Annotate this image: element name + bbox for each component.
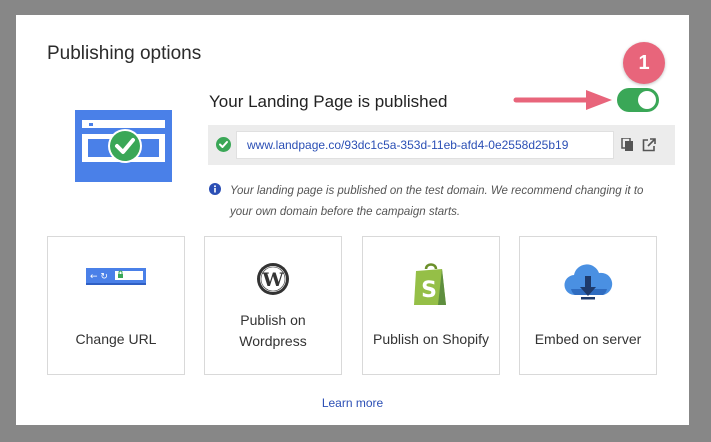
shopify-label: Publish on Shopify (373, 331, 489, 347)
toggle-knob (638, 91, 656, 109)
info-text-line-2: your own domain before the campaign star… (230, 206, 461, 218)
wordpress-label-line-2: Wordpress (239, 333, 307, 349)
arrow-icon (513, 90, 612, 110)
info-text: Your landing page is published on the te… (230, 181, 670, 223)
embed-server-label: Embed on server (534, 331, 642, 347)
url-bar: www.landpage.co/93dc1c5a-353d-11eb-afd4-… (208, 125, 675, 165)
wordpress-icon: W (257, 263, 289, 295)
shopify-icon: S (414, 263, 446, 305)
url-field[interactable]: www.landpage.co/93dc1c5a-353d-11eb-afd4-… (236, 131, 614, 159)
publish-wordpress-card[interactable]: W Publish on Wordpress (204, 236, 342, 375)
step-badge: 1 (623, 42, 665, 84)
embed-server-card[interactable]: Embed on server (519, 236, 657, 375)
info-icon (209, 183, 221, 195)
svg-text:← ↻: ← ↻ (90, 272, 108, 282)
svg-text:S: S (421, 278, 437, 303)
info-text-line-1: Your landing page is published on the te… (230, 185, 644, 197)
dialog-title: Publishing options (47, 43, 202, 64)
check-circle-icon (216, 137, 231, 152)
published-status-text: Your Landing Page is published (209, 92, 448, 111)
cloud-download-icon (564, 264, 613, 300)
publishing-options-dialog: Publishing options Your Landing Page is … (16, 15, 689, 425)
published-page-icon (75, 110, 172, 182)
external-link-icon[interactable] (642, 138, 656, 152)
change-url-card[interactable]: ← ↻ Change URL (47, 236, 185, 375)
change-url-label: Change URL (75, 331, 157, 347)
svg-text:W: W (261, 269, 284, 291)
learn-more-link[interactable]: Learn more (16, 396, 689, 410)
wordpress-label-line-1: Publish on (240, 312, 306, 328)
publish-toggle[interactable] (617, 88, 659, 112)
browser-url-icon: ← ↻ (86, 268, 146, 285)
publish-shopify-card[interactable]: S Publish on Shopify (362, 236, 500, 375)
copy-icon[interactable] (621, 138, 635, 152)
